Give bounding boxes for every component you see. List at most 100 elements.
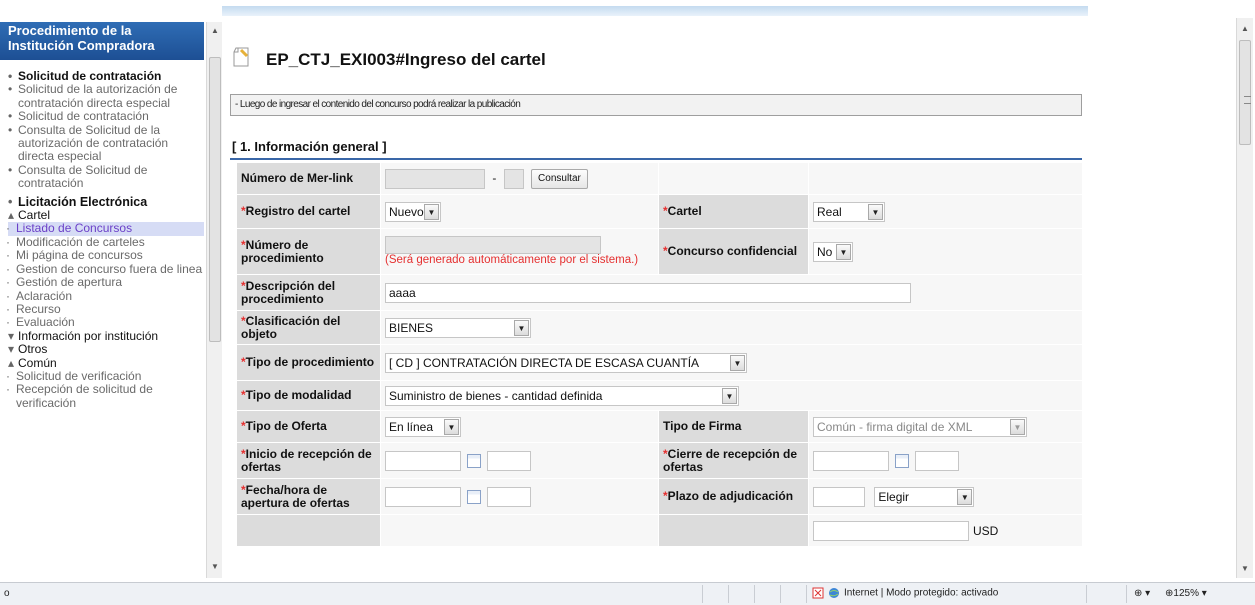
dropdown-arrow-icon: ▼ <box>868 203 883 220</box>
menu-informacion-institucion[interactable]: ▾ Información por institución <box>8 328 204 343</box>
dropdown-arrow-icon: ▼ <box>514 319 529 336</box>
scroll-up-icon[interactable]: ▲ <box>1237 22 1253 36</box>
merlink-number-field[interactable] <box>385 168 485 189</box>
oferta-label: *Tipo de Oferta <box>236 410 381 443</box>
merlink-label: Número de Mer-link <box>236 162 381 195</box>
inicio-time-field[interactable] <box>487 450 531 471</box>
scroll-down-icon[interactable]: ▼ <box>1237 562 1253 576</box>
menu-cartel[interactable]: ▴ Cartel <box>8 208 204 223</box>
menu-otros[interactable]: ▾ Otros <box>8 342 204 356</box>
menu-label: Recepción de solicitud de verificación <box>16 382 153 410</box>
page-title: EP_CTJ_EXI003#Ingreso del cartel <box>266 50 546 69</box>
menu-modificacion-carteles[interactable]: · Modificación de carteles <box>6 234 204 249</box>
sidebar-scroll-thumb[interactable] <box>209 57 221 342</box>
registro-select[interactable]: Nuevo ▼ <box>385 201 441 222</box>
menu-mi-pagina[interactable]: · Mi página de concursos <box>6 248 204 263</box>
dropdown-arrow-icon: ▼ <box>730 354 745 371</box>
sidebar-header-line1: Procedimiento de la <box>8 23 132 38</box>
tipo-procedimiento-select[interactable]: [ CD ] CONTRATACIÓN DIRECTA DE ESCASA CU… <box>385 352 747 373</box>
status-text: o <box>4 588 10 599</box>
menu-solicitud-verificacion[interactable]: · Solicitud de verificación <box>6 369 204 383</box>
menu-label: Consulta de Solicitud de la autorización… <box>18 122 169 164</box>
firma-select[interactable]: Común - firma digital de XML ▼ <box>813 416 1027 437</box>
modalidad-label: *Tipo de modalidad <box>236 380 381 411</box>
numero-field[interactable] <box>385 236 601 254</box>
menu-gestion-apertura[interactable]: · Gestión de apertura <box>6 275 204 290</box>
modalidad-select[interactable]: Suministro de bienes - cantidad definida… <box>385 385 739 406</box>
dot-icon: · <box>6 261 10 276</box>
row-oferta: *Tipo de Oferta En línea ▼ Tipo de Firma … <box>236 410 1083 443</box>
menu-aclaracion[interactable]: · Aclaración <box>6 289 204 303</box>
row-apertura-plazo: *Fecha/hora de apertura de ofertas *Plaz… <box>236 478 1083 515</box>
menu-label: Mi página de concursos <box>16 248 143 263</box>
clasificacion-select[interactable]: BIENES ▼ <box>385 317 531 338</box>
menu-evaluacion[interactable]: · Evaluación <box>6 315 204 329</box>
consultar-button[interactable]: Consultar <box>531 168 588 189</box>
menu-licitacion-electronica[interactable]: • Licitación Electrónica <box>8 195 204 209</box>
menu-label: Modificación de carteles <box>16 234 145 249</box>
zoom-level[interactable]: ⊕125% ▾ <box>1165 588 1207 599</box>
main-scrollbar[interactable]: ▲ ▼ <box>1236 18 1253 578</box>
cierre-time-field[interactable] <box>915 450 959 471</box>
calendar-icon[interactable] <box>467 453 481 468</box>
bullet-icon: • <box>8 69 13 83</box>
menu-label: Consulta de Solicitud de contratación <box>18 162 148 191</box>
cartel-select[interactable]: Real ▼ <box>813 201 885 222</box>
menu-solicitud-contratacion[interactable]: • Solicitud de contratación <box>8 69 204 83</box>
scroll-down-icon[interactable]: ▼ <box>207 560 223 574</box>
dropdown-arrow-icon: ▼ <box>444 418 459 435</box>
inicio-label: *Inicio de recepción de ofertas <box>236 442 381 479</box>
dropdown-arrow-icon: ▼ <box>957 488 973 505</box>
view-options-icon[interactable]: ⊕ ▾ <box>1134 588 1150 599</box>
menu-label: Solicitud de la autorización de contrata… <box>18 82 178 110</box>
plazo-unit-select[interactable]: Elegir ▼ <box>874 486 975 507</box>
sidebar-scrollbar[interactable]: ▲ ▼ <box>206 22 222 578</box>
menu-recepcion-verificacion[interactable]: · Recepción de solicitud de verificación <box>6 382 204 410</box>
row-registro: *Registro del cartel Nuevo ▼ *Cartel Real… <box>236 194 1083 229</box>
merlink-suffix-field[interactable] <box>503 168 524 189</box>
general-info-form: Número de Mer-link - Consultar *Registro… <box>236 162 1083 547</box>
apertura-date-field[interactable] <box>385 486 461 507</box>
dot-icon: · <box>6 248 10 263</box>
menu-consulta-solicitud[interactable]: • Consulta de Solicitud de contratación <box>8 162 204 191</box>
main-scroll-thumb[interactable] <box>1239 40 1251 145</box>
cierre-date-field[interactable] <box>813 450 889 471</box>
descripcion-label: *Descripción del procedimiento <box>236 274 381 311</box>
descripcion-field[interactable]: aaaa <box>385 282 911 303</box>
menu-solicitud-autorizacion[interactable]: • Solicitud de la autorización de contrat… <box>8 82 204 110</box>
menu-recurso[interactable]: · Recurso <box>6 302 204 316</box>
menu-label: Gestión de apertura <box>16 275 123 290</box>
confidencial-select[interactable]: No ▼ <box>813 241 853 262</box>
sidebar-header: Procedimiento de la Institución Comprado… <box>0 22 204 60</box>
monto-field[interactable] <box>813 520 969 541</box>
scroll-up-icon[interactable]: ▲ <box>207 24 223 38</box>
menu-solicitud-contratacion-sub[interactable]: • Solicitud de contratación <box>8 109 204 123</box>
menu-consulta-autorizacion[interactable]: • Consulta de Solicitud de la autorizació… <box>8 122 204 164</box>
menu-listado-concursos[interactable]: · Listado de Concursos <box>6 222 204 236</box>
menu-gestion-fuera-linea[interactable]: · Gestion de concurso fuera de linea <box>6 261 204 276</box>
plazo-field[interactable] <box>813 486 865 507</box>
calendar-icon[interactable] <box>467 489 481 504</box>
apertura-label: *Fecha/hora de apertura de ofertas <box>236 478 381 515</box>
confidencial-label: *Concurso confidencial <box>658 228 809 275</box>
calendar-icon[interactable] <box>895 453 909 468</box>
numero-label: *Número de procedimiento <box>236 228 381 275</box>
menu-label: Información por institución <box>18 328 159 343</box>
menu-comun[interactable]: ▴ Común <box>8 356 204 370</box>
menu-label: Gestion de concurso fuera de linea <box>16 261 203 276</box>
browser-window: Procedimiento de la Institución Comprado… <box>0 0 1255 605</box>
apertura-time-field[interactable] <box>487 486 531 507</box>
oferta-select[interactable]: En línea ▼ <box>385 416 461 437</box>
plazo-label: *Plazo de adjudicación <box>658 478 809 515</box>
row-descripcion: *Descripción del procedimiento aaaa <box>236 274 1083 311</box>
inicio-date-field[interactable] <box>385 450 461 471</box>
security-zone[interactable]: Internet | Modo protegido: activado <box>812 587 998 599</box>
security-zone-label: Internet | Modo protegido: activado <box>844 587 999 599</box>
protected-mode-icon <box>812 587 824 599</box>
dropdown-arrow-icon: ▼ <box>836 243 851 260</box>
registro-label: *Registro del cartel <box>236 194 381 229</box>
row-numero: *Número de procedimiento (Será generado … <box>236 228 1083 275</box>
collapse-icon: ▴ <box>8 208 15 223</box>
bullet-icon: • <box>8 82 13 97</box>
row-merlink: Número de Mer-link - Consultar <box>236 162 1083 195</box>
